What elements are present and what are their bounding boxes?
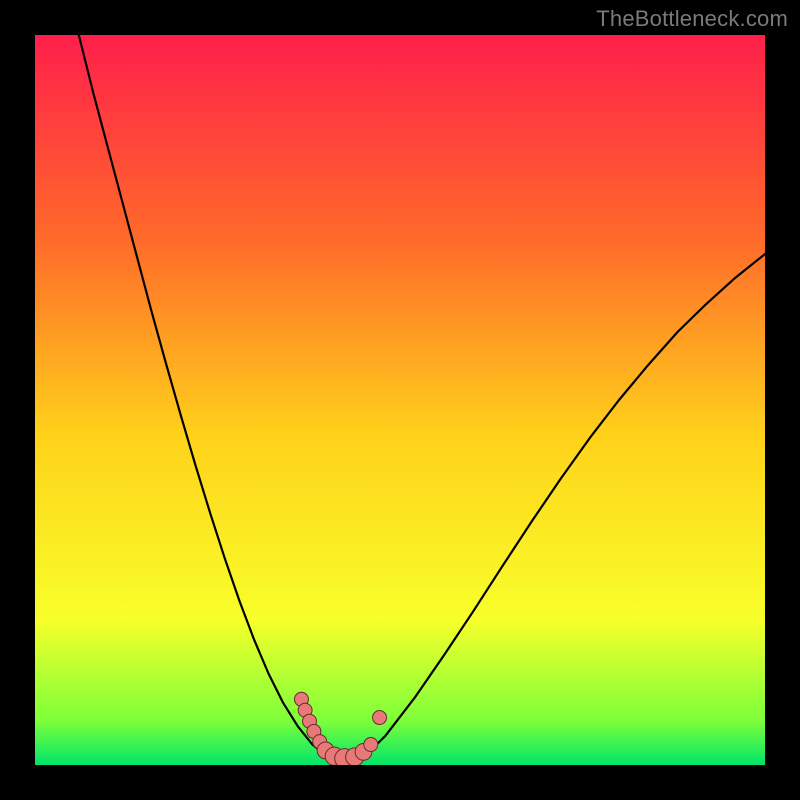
watermark-text: TheBottleneck.com xyxy=(596,6,788,32)
gradient-background xyxy=(35,35,765,765)
marker-point xyxy=(364,738,378,752)
chart-svg xyxy=(35,35,765,765)
marker-point xyxy=(373,711,387,725)
chart-frame: TheBottleneck.com xyxy=(0,0,800,800)
plot-area xyxy=(35,35,765,765)
